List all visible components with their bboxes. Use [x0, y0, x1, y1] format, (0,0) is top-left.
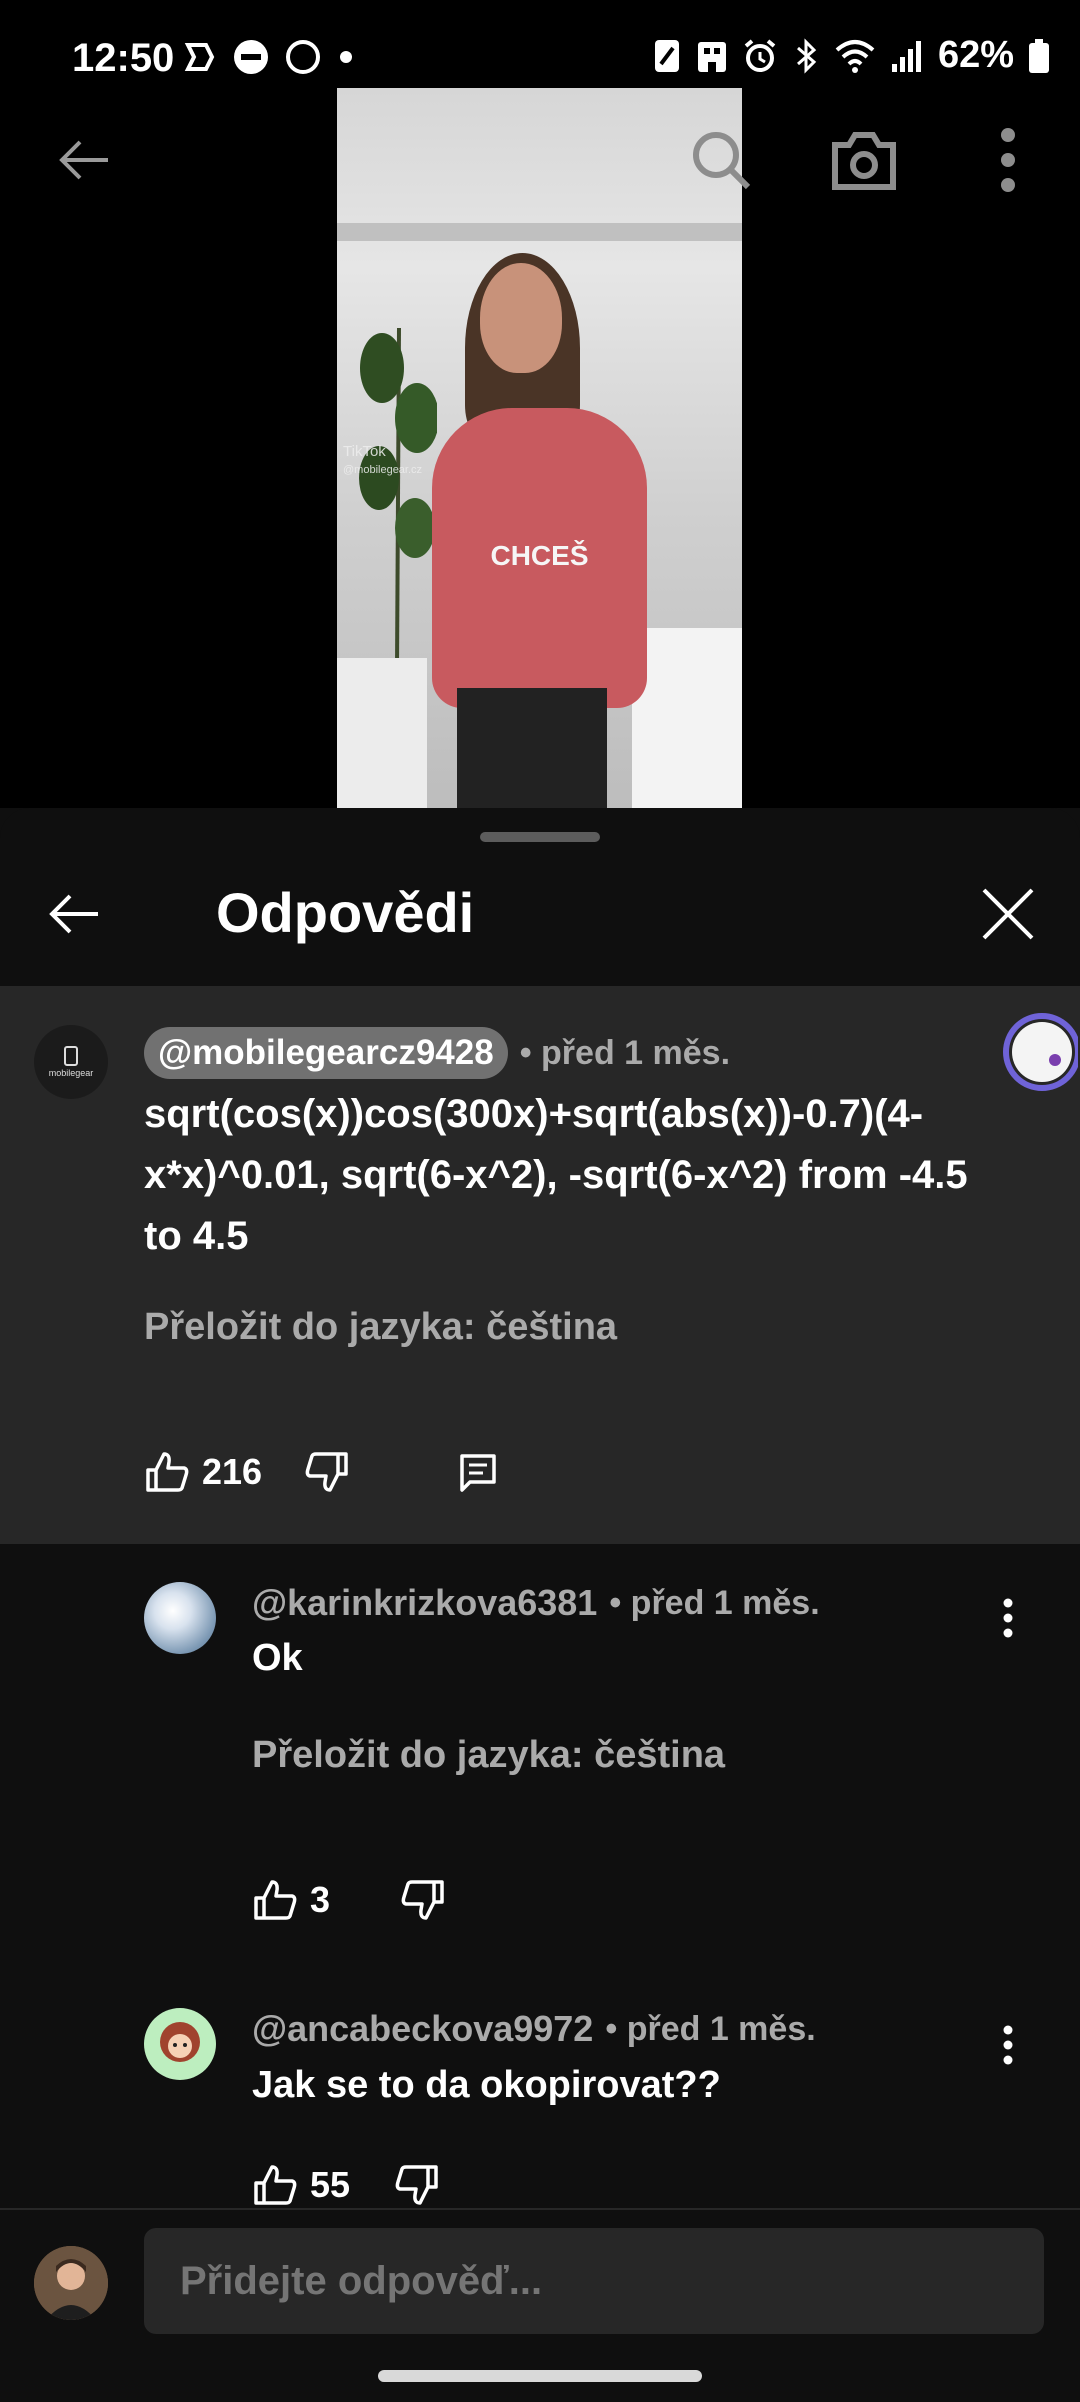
user-avatar[interactable]: [34, 2246, 108, 2320]
status-time: 12:50: [72, 36, 175, 80]
search-icon[interactable]: [688, 127, 754, 193]
like-count: 3: [310, 1879, 331, 1920]
reply-comment-icon[interactable]: [458, 1452, 498, 1492]
reply-text: Ok: [252, 1637, 303, 1679]
bluetooth-icon: [796, 37, 817, 74]
translate-link[interactable]: Přeložit do jazyka: čeština: [144, 1306, 617, 1349]
floating-assistant-icon[interactable]: [1002, 1010, 1078, 1094]
camera-icon[interactable]: [829, 127, 899, 193]
dnd-icon: [234, 40, 268, 74]
plant-image: [359, 327, 437, 668]
comment-author-chip[interactable]: @mobilegearcz9428: [144, 1027, 508, 1079]
comment-time: • před 1 měs.: [519, 1033, 731, 1072]
work-icon: [697, 41, 726, 72]
wifi-icon: [835, 39, 875, 73]
like-icon[interactable]: [252, 2163, 298, 2207]
dislike-icon[interactable]: [394, 2163, 440, 2207]
sheet-title: Odpovědi: [216, 881, 475, 944]
tasker-icon: [184, 43, 215, 71]
comment-text: sqrt(cos(x))cos(300x)+sqrt(abs(x))-0.7)(…: [144, 1092, 968, 1258]
tiktok-watermark: TikTok @mobilegear.cz: [343, 443, 423, 476]
video-caption: CHCEŠ: [490, 540, 589, 571]
nfc-icon: [654, 39, 679, 72]
back-arrow-icon[interactable]: [54, 130, 114, 190]
avatar[interactable]: [144, 2008, 216, 2080]
sheet-back-icon[interactable]: [44, 884, 104, 944]
translate-link[interactable]: Přeložit do jazyka: čeština: [252, 1734, 725, 1777]
person-icon: [34, 2246, 108, 2320]
like-count: 216: [202, 1451, 263, 1492]
status-left-icons: [182, 38, 356, 76]
phone-logo-icon: [64, 1046, 78, 1066]
close-icon[interactable]: [978, 884, 1038, 944]
video-thumbnail[interactable]: TikTok @mobilegear.cz CHCEŠ: [337, 88, 742, 808]
status-right: 62%: [652, 34, 1050, 77]
reply-author[interactable]: @ancabeckova9972: [252, 2008, 593, 2050]
dot-icon: [340, 51, 352, 63]
more-vert-icon[interactable]: [997, 2025, 1019, 2065]
alarm-icon: [744, 38, 776, 72]
like-count: 55: [310, 2164, 351, 2205]
gesture-nav-handle[interactable]: [378, 2370, 702, 2382]
cartoon-avatar-icon: [160, 2022, 200, 2062]
avatar[interactable]: mobilegear: [34, 1025, 108, 1099]
battery-icon: [1029, 38, 1049, 73]
more-vert-icon[interactable]: [997, 1598, 1019, 1638]
signal-icon: [891, 40, 921, 72]
reply-text: Jak se to da okopirovat??: [252, 2064, 721, 2106]
reply-time: • před 1 měs.: [605, 2009, 816, 2048]
dislike-icon[interactable]: [304, 1450, 350, 1494]
sheet-drag-handle[interactable]: [480, 832, 600, 842]
circle-icon: [286, 40, 320, 74]
avatar[interactable]: [144, 1582, 216, 1654]
like-icon[interactable]: [252, 1878, 298, 1922]
reply-author[interactable]: @karinkrizkova6381: [252, 1582, 597, 1624]
like-icon[interactable]: [144, 1450, 190, 1494]
dislike-icon[interactable]: [400, 1878, 446, 1922]
reply-input[interactable]: [144, 2228, 1044, 2334]
battery-percent: 62%: [937, 34, 1014, 76]
more-vert-icon[interactable]: [990, 127, 1026, 193]
reply-time: • před 1 měs.: [609, 1583, 820, 1622]
